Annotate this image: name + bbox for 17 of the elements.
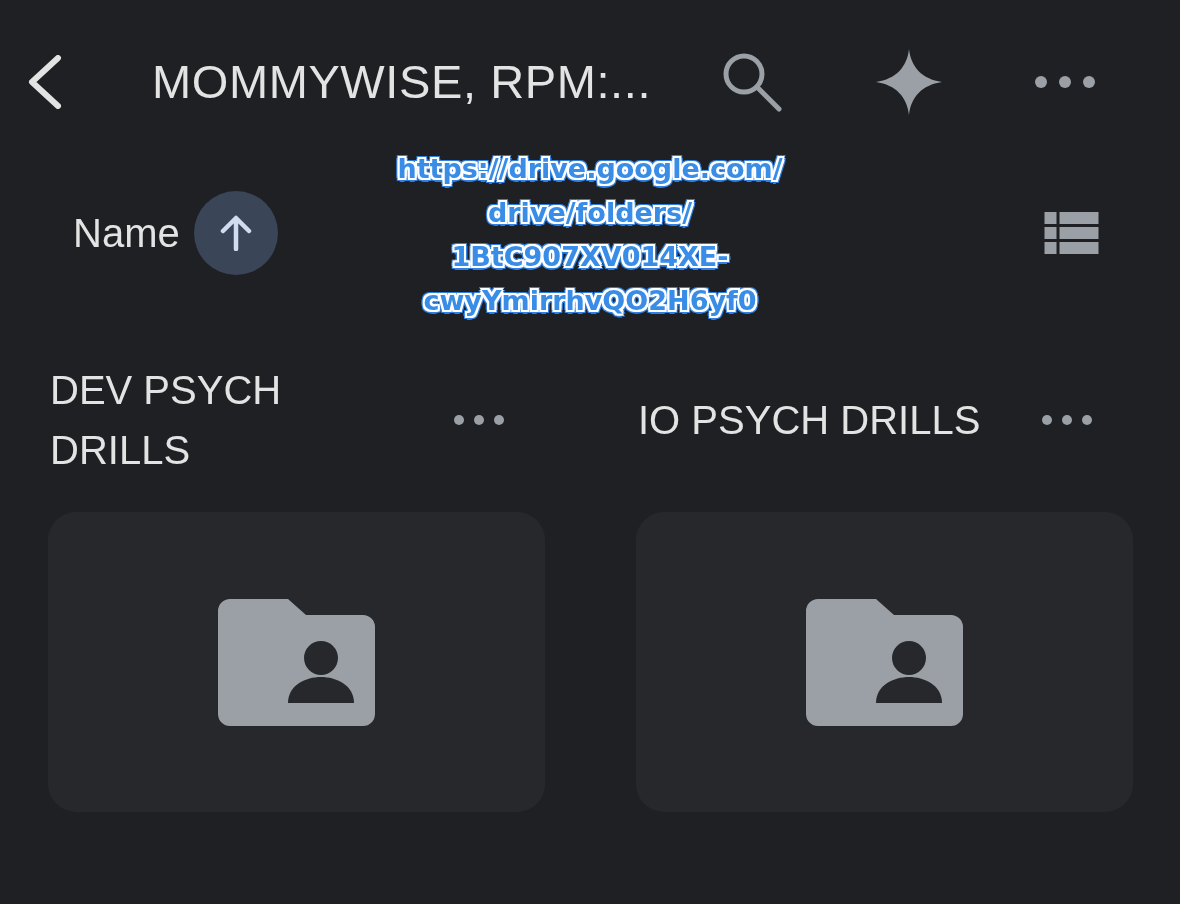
folder-name: DEV PSYCH DRILLS bbox=[50, 368, 282, 472]
search-button[interactable] bbox=[722, 52, 782, 112]
sort-label: Name bbox=[73, 210, 180, 257]
sparkle-button[interactable] bbox=[876, 49, 942, 115]
sparkle-icon bbox=[876, 49, 942, 115]
back-icon bbox=[28, 55, 62, 109]
more-icon bbox=[454, 415, 504, 425]
more-icon bbox=[1035, 76, 1095, 88]
url-annotation: https://drive.google.com/ drive/folders/ 1BtC907XV014XE- cwyYmirrhvQO2H6yf0 bbox=[396, 152, 784, 318]
folder-name: IO PSYCH DRILLS bbox=[638, 398, 981, 442]
more-icon bbox=[1042, 415, 1092, 425]
list-view-icon bbox=[1044, 212, 1099, 254]
list-view-button[interactable] bbox=[1044, 212, 1099, 254]
search-icon bbox=[722, 52, 782, 112]
folder-title: MOMMYWISE, RPM:... bbox=[152, 54, 653, 110]
folder-card[interactable] bbox=[636, 512, 1133, 812]
folder-card[interactable] bbox=[48, 512, 545, 812]
